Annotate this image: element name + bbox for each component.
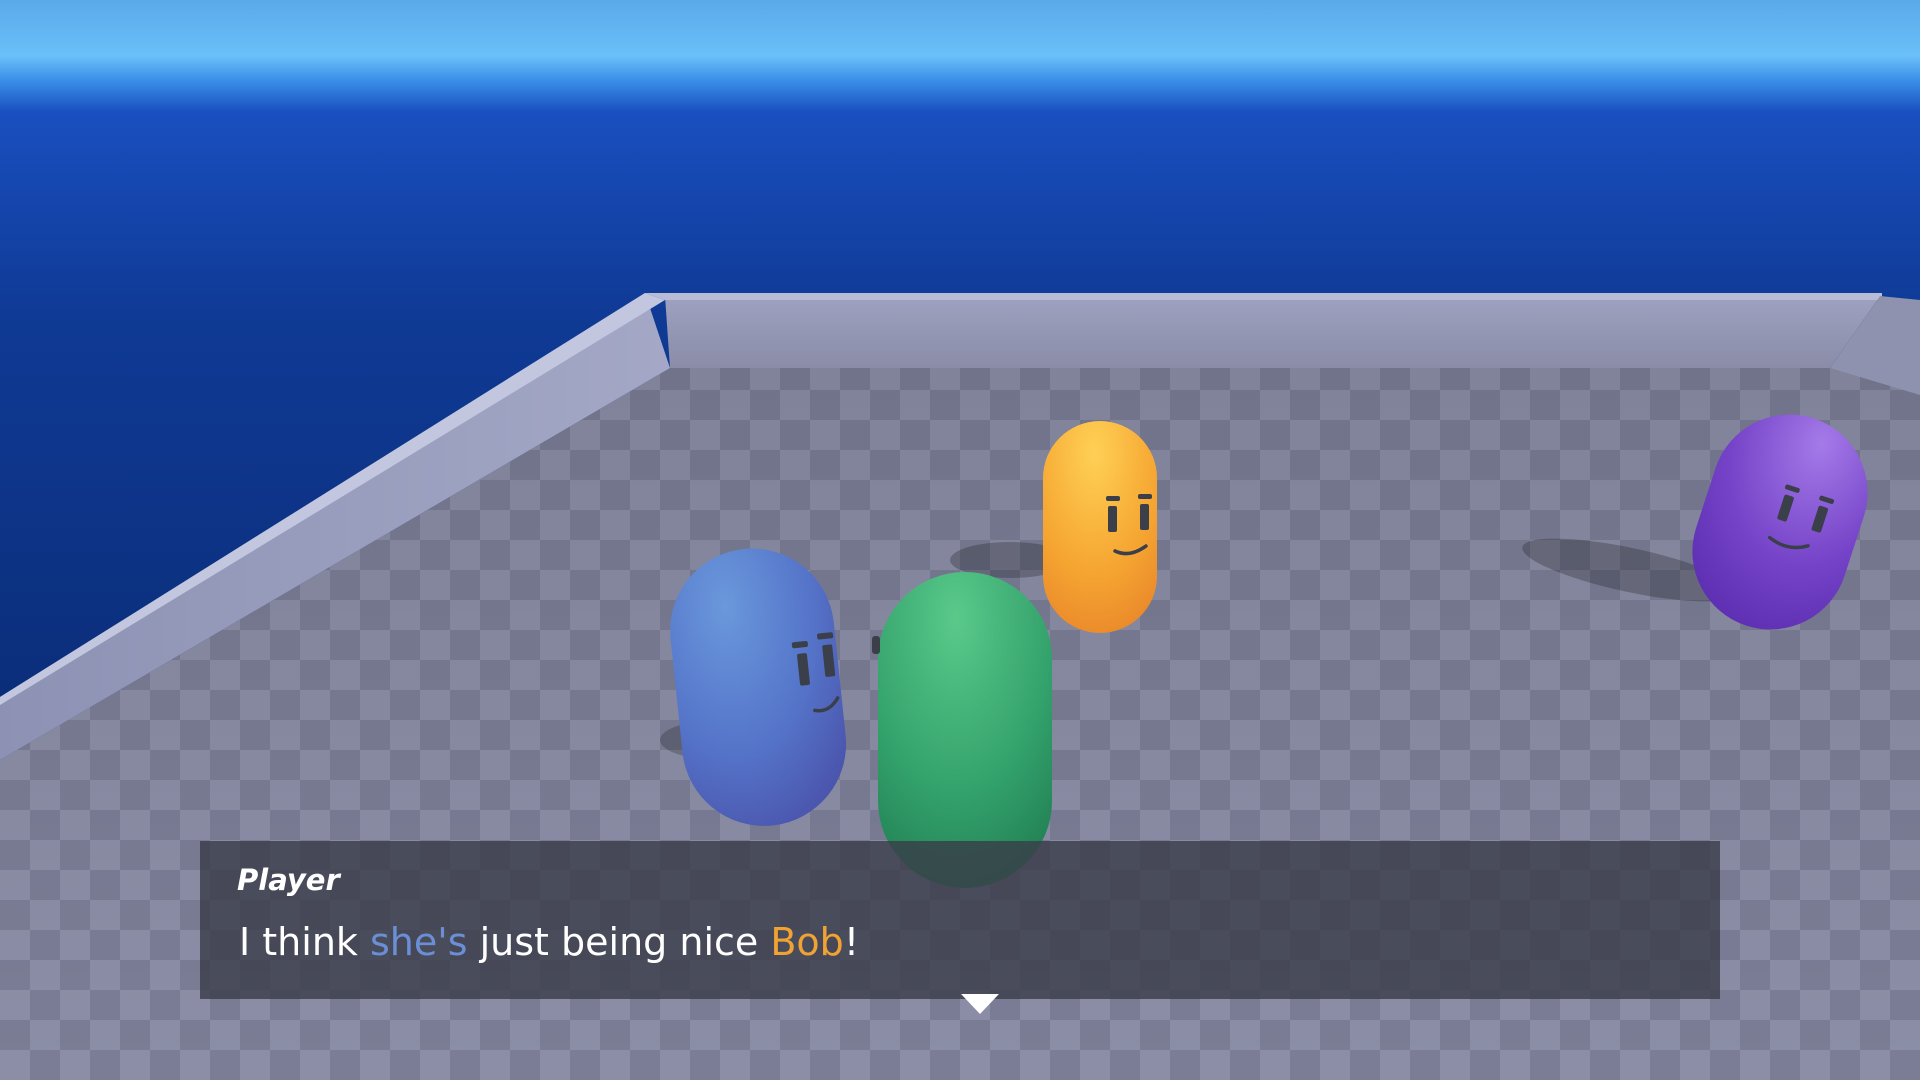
speaker-name: Player <box>237 863 340 897</box>
dialogue-box: Player I think she's just being nice Bob… <box>200 841 1720 999</box>
back-wall <box>665 296 1880 368</box>
dialogue-text: I think she's just being nice Bob! <box>239 920 859 964</box>
dialogue-segment: ! <box>843 920 860 964</box>
dialogue-segment: Bob <box>770 920 844 964</box>
dialogue-segment: just being nice <box>467 920 771 964</box>
continue-arrow-icon[interactable] <box>961 994 999 1014</box>
orange-character <box>1043 421 1157 633</box>
dialogue-segment: I think <box>239 920 370 964</box>
dialogue-segment: she's <box>370 920 468 964</box>
